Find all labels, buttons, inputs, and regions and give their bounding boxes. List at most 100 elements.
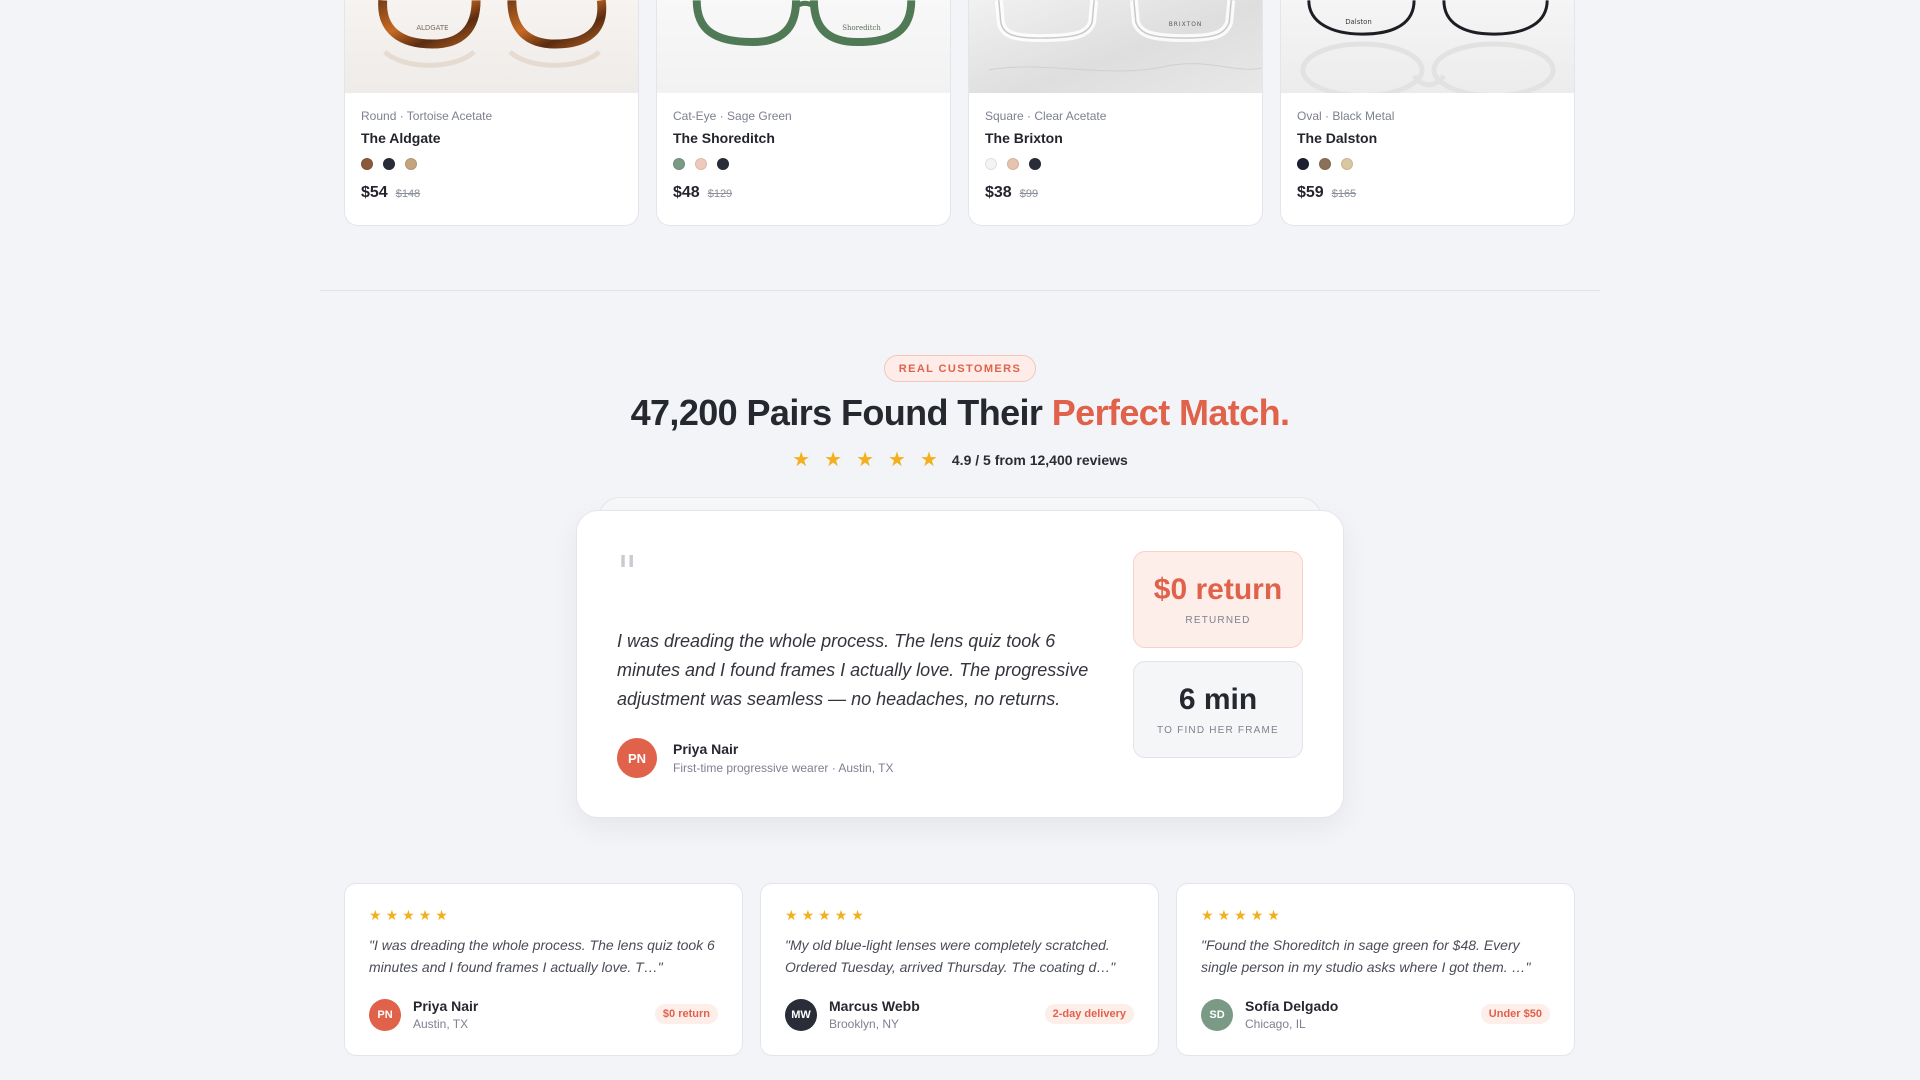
rating-stars: ★ ★ ★ ★ ★ bbox=[792, 450, 938, 470]
product-name[interactable]: The Aldgate bbox=[361, 130, 622, 146]
swatch-brown[interactable] bbox=[361, 158, 373, 170]
reviewer: MW Marcus Webb Brooklyn, NY bbox=[785, 998, 920, 1031]
star-icon: ★ bbox=[1250, 907, 1264, 923]
svg-text:BRIXTON: BRIXTON bbox=[1169, 21, 1203, 28]
product-name[interactable]: The Dalston bbox=[1297, 130, 1558, 146]
swatch-peach[interactable] bbox=[1007, 158, 1019, 170]
testimonial-quote: I was dreading the whole process. The le… bbox=[617, 631, 1089, 709]
product-grid: ALDGATE Round · Tortoise Acetate The Ald… bbox=[344, 0, 1576, 226]
product-meta: Cat-Eye · Sage Green bbox=[673, 109, 792, 123]
color-swatches bbox=[361, 158, 622, 170]
product-card-brixton[interactable]: BRIXTON Square · Clear Acetate The Brixt… bbox=[968, 0, 1263, 226]
product-meta: Oval · Black Metal bbox=[1297, 109, 1395, 123]
star-icon: ★ bbox=[1234, 907, 1247, 923]
price: $59 bbox=[1297, 184, 1324, 201]
svg-text:ALDGATE: ALDGATE bbox=[416, 24, 448, 32]
avatar: SD bbox=[1201, 998, 1233, 1031]
color-swatches bbox=[673, 158, 934, 170]
review-card[interactable]: ★ ★ ★ ★ ★ "Found the Shoreditch in sage gree… bbox=[1176, 883, 1575, 1056]
reviewer-location: Brooklyn, NY bbox=[829, 1017, 900, 1031]
swatch-tan[interactable] bbox=[405, 158, 417, 170]
price: $48 bbox=[673, 184, 700, 201]
reviewer: SD Sofía Delgado Chicago, IL bbox=[1201, 998, 1338, 1031]
review-text: "My old blue-light lenses were completel… bbox=[785, 937, 1116, 975]
testimonial-author: PN Priya Nair First-time progressive wea… bbox=[617, 738, 894, 778]
featured-testimonial: " I was dreading the whole process. The … bbox=[576, 510, 1344, 818]
product-image-black-metal-oval[interactable]: Dalston bbox=[1281, 0, 1574, 93]
glasses-icon: BRIXTON bbox=[988, 0, 1262, 72]
reviewer-name: Sofía Delgado bbox=[1245, 998, 1339, 1014]
reviewer-location: Austin, TX bbox=[413, 1017, 469, 1031]
star-icon: ★ bbox=[1267, 907, 1280, 923]
product-name[interactable]: The Shoreditch bbox=[673, 130, 934, 146]
original-price: $129 bbox=[707, 188, 733, 200]
review-text: "I was dreading the whole process. The l… bbox=[369, 937, 715, 975]
product-name[interactable]: The Brixton bbox=[985, 130, 1246, 146]
star-icon: ★ bbox=[402, 907, 415, 923]
product-meta: Square · Clear Acetate bbox=[985, 109, 1107, 123]
product-meta: Round · Tortoise Acetate bbox=[361, 109, 493, 123]
author-name: Priya Nair bbox=[673, 741, 739, 757]
review-badge: Under $50 bbox=[1480, 1004, 1550, 1024]
star-icon: ★ bbox=[435, 907, 448, 923]
swatch-navy[interactable] bbox=[717, 158, 729, 170]
section-divider bbox=[320, 290, 1600, 291]
review-stars: ★ ★ ★ ★ ★ bbox=[369, 908, 718, 922]
price: $54 bbox=[361, 184, 388, 201]
star-icon: ★ bbox=[824, 449, 843, 471]
avatar: MW bbox=[785, 998, 817, 1031]
headline-accent: Perfect Match. bbox=[1051, 392, 1290, 433]
star-icon: ★ bbox=[856, 449, 875, 471]
product-image-tortoise-round[interactable]: ALDGATE bbox=[345, 0, 638, 93]
stat-value: $0 return bbox=[1153, 573, 1283, 606]
original-price: $148 bbox=[395, 188, 421, 200]
stat-label: TO FIND HER FRAME bbox=[1157, 725, 1279, 736]
glasses-icon: ALDGATE bbox=[378, 0, 607, 68]
product-image-sage-cat-eye[interactable]: Shoreditch bbox=[657, 0, 950, 93]
original-price: $99 bbox=[1019, 188, 1039, 200]
swatch-navy[interactable] bbox=[1029, 158, 1041, 170]
rating-text: 4.9 / 5 from 12,400 reviews bbox=[951, 452, 1128, 468]
review-text: "Found the Shoreditch in sage green for … bbox=[1201, 937, 1531, 975]
glasses-icon: Dalston bbox=[1300, 0, 1556, 93]
star-icon: ★ bbox=[834, 907, 848, 923]
review-card[interactable]: ★ ★ ★ ★ ★ "My old blue-light lenses were com… bbox=[760, 883, 1159, 1056]
review-badge: 2-day delivery bbox=[1044, 1004, 1134, 1024]
stat-value: 6 min bbox=[1178, 683, 1258, 716]
star-icon: ★ bbox=[418, 907, 432, 923]
review-cards: ★ ★ ★ ★ ★ "I was dreading the whole process.… bbox=[344, 883, 1576, 1056]
swatch-black[interactable] bbox=[1297, 158, 1309, 170]
star-icon: ★ bbox=[919, 449, 938, 471]
swatch-navy[interactable] bbox=[383, 158, 395, 170]
product-card-aldgate[interactable]: ALDGATE Round · Tortoise Acetate The Ald… bbox=[344, 0, 639, 226]
star-icon: ★ bbox=[792, 449, 811, 471]
product-card-dalston[interactable]: Dalston Oval · Black Metal The Dalston $… bbox=[1280, 0, 1575, 226]
avatar: PN bbox=[617, 738, 657, 778]
star-icon: ★ bbox=[818, 907, 831, 923]
original-price: $165 bbox=[1331, 188, 1357, 200]
quote-icon: " bbox=[617, 547, 638, 598]
star-icon: ★ bbox=[385, 907, 399, 923]
svg-text:Shoreditch: Shoreditch bbox=[842, 24, 881, 32]
review-stars: ★ ★ ★ ★ ★ bbox=[1201, 908, 1550, 922]
swatch-clear[interactable] bbox=[985, 158, 997, 170]
reviewer-name: Marcus Webb bbox=[829, 998, 920, 1014]
star-icon: ★ bbox=[801, 907, 815, 923]
review-stars: ★ ★ ★ ★ ★ bbox=[785, 908, 1134, 922]
glasses-icon: Shoreditch bbox=[692, 0, 916, 47]
swatch-gold[interactable] bbox=[1341, 158, 1353, 170]
product-card-shoreditch[interactable]: Shoreditch Cat-Eye · Sage Green The Shor… bbox=[656, 0, 951, 226]
stat-time: 6 min TO FIND HER FRAME bbox=[1133, 661, 1303, 758]
swatch-blush[interactable] bbox=[695, 158, 707, 170]
avatar: PN bbox=[369, 998, 401, 1031]
color-swatches bbox=[985, 158, 1246, 170]
star-icon: ★ bbox=[1217, 907, 1231, 923]
product-image-clear-square[interactable]: BRIXTON bbox=[969, 0, 1262, 93]
reviewer-name: Priya Nair bbox=[413, 998, 479, 1014]
color-swatches bbox=[1297, 158, 1558, 170]
reviewer-location: Chicago, IL bbox=[1245, 1017, 1306, 1031]
author-subtitle: First-time progressive wearer · Austin, … bbox=[673, 761, 894, 775]
swatch-bronze[interactable] bbox=[1319, 158, 1331, 170]
review-card[interactable]: ★ ★ ★ ★ ★ "I was dreading the whole process.… bbox=[344, 883, 743, 1056]
swatch-sage[interactable] bbox=[673, 158, 685, 170]
